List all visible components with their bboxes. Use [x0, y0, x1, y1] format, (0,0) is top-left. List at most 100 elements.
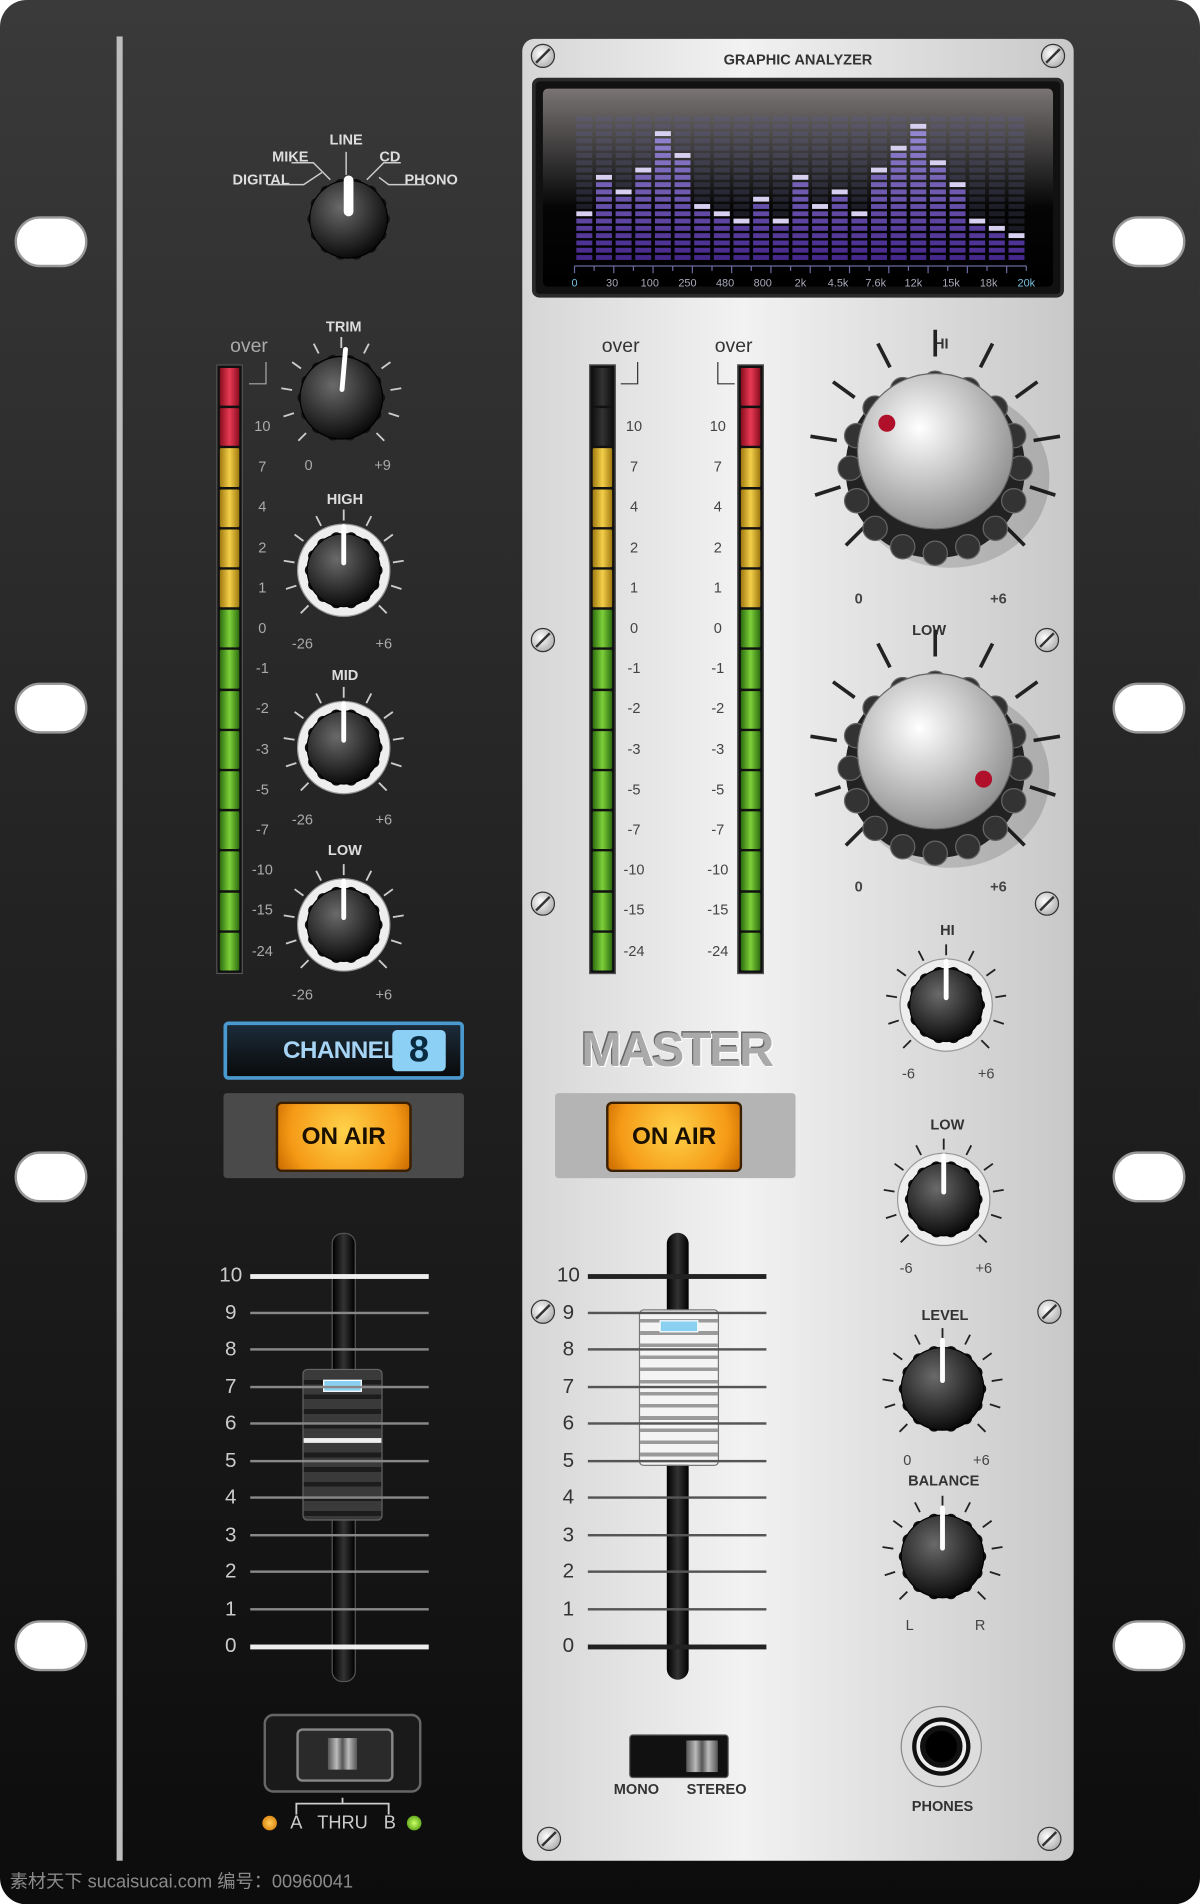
analyzer-segment	[792, 116, 809, 122]
meter-scale-label: -5	[627, 780, 641, 798]
analyzer-segment	[910, 167, 927, 173]
high-max: +6	[375, 635, 393, 653]
knob-graphic	[810, 629, 1061, 868]
analyzer-segment	[654, 182, 671, 188]
meter-segment	[219, 811, 240, 850]
analyzer-segment	[890, 116, 907, 122]
analyzer-segment	[694, 153, 711, 158]
analyzer-segment	[969, 211, 986, 217]
trim-knob[interactable]	[276, 332, 407, 469]
analyzer-segment	[792, 153, 809, 158]
analyzer-segment	[635, 255, 652, 260]
fader-scale-line	[587, 1274, 767, 1279]
analyzer-segment	[635, 233, 652, 239]
analyzer-segment	[812, 196, 829, 202]
analyzer-segment	[949, 116, 966, 122]
mono-stereo-switch[interactable]	[629, 1734, 729, 1779]
analyzer-segment	[870, 218, 887, 224]
analyzer-segment	[1008, 145, 1025, 151]
analyzer-segment	[713, 123, 730, 129]
analyzer-segment	[694, 123, 711, 129]
analyzer-segment	[910, 211, 927, 217]
analyzer-segment	[988, 182, 1005, 188]
analyzer-segment	[949, 145, 966, 151]
headphone-jack[interactable]	[899, 1704, 984, 1789]
meter-scale-label: -10	[251, 861, 273, 879]
meter-segment	[592, 529, 613, 568]
meter-segment	[592, 569, 613, 608]
analyzer-segment	[988, 196, 1005, 202]
analyzer-segment	[910, 240, 927, 246]
input-selector-knob[interactable]	[285, 156, 411, 288]
analyzer-segment	[851, 204, 868, 209]
meter-scale-label: 2	[258, 538, 267, 556]
analyzer-segment	[890, 240, 907, 246]
analyzer-segment	[851, 123, 868, 129]
analyzer-segment	[713, 153, 730, 158]
analyzer-segment	[890, 189, 907, 195]
analyzer-segment	[1008, 255, 1025, 260]
analyzer-segment	[929, 218, 946, 224]
analyzer-segment	[772, 218, 789, 224]
analyzer-segment	[929, 138, 946, 144]
analyzer-segment	[1008, 116, 1025, 122]
analyzer-segment	[851, 196, 868, 202]
analyzer-segment	[929, 196, 946, 202]
rack-mount-hole	[1112, 216, 1186, 268]
low-eq-knob[interactable]	[278, 859, 409, 996]
analyzer-segment	[615, 240, 632, 246]
analyzer-segment	[929, 116, 946, 122]
analyzer-segment	[654, 145, 671, 151]
analyzer-segment	[812, 167, 829, 173]
meter-segment	[592, 690, 613, 729]
master-low-knob[interactable]	[878, 1134, 1009, 1271]
analyzer-segment	[949, 189, 966, 195]
big-low-max: +6	[990, 878, 1007, 896]
analyzer-segment	[851, 167, 868, 173]
analyzer-segment	[910, 182, 927, 188]
high-eq-knob[interactable]	[278, 505, 409, 642]
master-level-knob[interactable]	[877, 1323, 1008, 1460]
analyzer-segment	[674, 182, 691, 188]
fader-scale-label: 7	[225, 1374, 237, 1398]
analyzer-segment	[988, 153, 1005, 158]
analyzer-segment	[851, 225, 868, 231]
analyzer-segment	[635, 116, 652, 122]
rack-mount-hole	[14, 1620, 88, 1672]
analyzer-segment	[674, 196, 691, 202]
analyzer-segment	[831, 167, 848, 173]
meter-segment	[592, 851, 613, 890]
mid-eq-knob[interactable]	[278, 682, 409, 819]
meter-segment	[592, 730, 613, 769]
analyzer-segment	[733, 182, 750, 188]
analyzer-segment	[772, 174, 789, 180]
analyzer-segment	[870, 145, 887, 151]
master-balance-knob[interactable]	[877, 1491, 1008, 1628]
meter-segment	[592, 892, 613, 931]
master-hi-big-knob[interactable]	[797, 318, 1074, 601]
analyzer-freq-label: 100	[640, 276, 659, 287]
meter-segment	[219, 569, 240, 608]
analyzer-segment	[1008, 233, 1025, 239]
analyzer-segment	[949, 167, 966, 173]
analyzer-segment	[674, 138, 691, 144]
master-low-big-knob[interactable]	[797, 618, 1074, 901]
analyzer-segment	[753, 189, 770, 195]
analyzer-segment	[910, 138, 927, 144]
master-on-air-button[interactable]: ON AIR	[606, 1101, 743, 1173]
analyzer-segment	[713, 196, 730, 202]
analyzer-segment	[812, 153, 829, 158]
analyzer-segment	[949, 174, 966, 180]
master-hi-knob[interactable]	[881, 939, 1012, 1076]
fader-center-line	[303, 1438, 382, 1443]
channel-on-air-button[interactable]: ON AIR	[275, 1101, 412, 1173]
analyzer-segment	[733, 218, 750, 224]
analyzer-segment	[595, 204, 612, 209]
analyzer-segment	[733, 153, 750, 158]
analyzer-segment	[851, 116, 868, 122]
analyzer-segment	[949, 211, 966, 217]
analyzer-segment	[615, 160, 632, 166]
meter-scale-label: -7	[255, 821, 269, 839]
crossfader-assign-switch[interactable]	[296, 1728, 394, 1782]
meter-scale-label: -3	[627, 740, 641, 758]
